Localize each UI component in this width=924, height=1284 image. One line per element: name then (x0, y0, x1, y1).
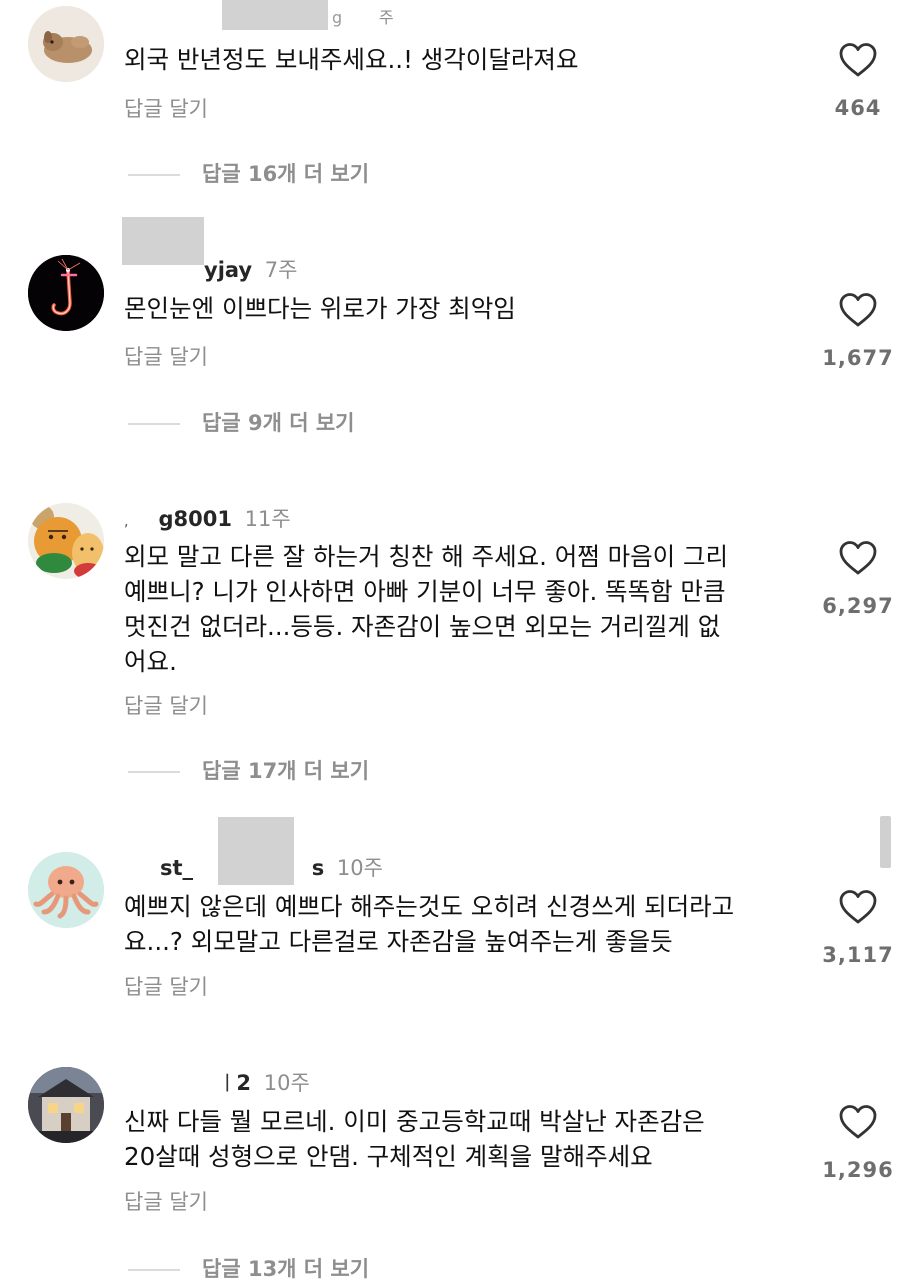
avatar[interactable] (28, 255, 104, 331)
comment-header: g 주 (332, 2, 394, 30)
house-avatar-image (28, 1067, 104, 1143)
comment-text: 신짜 다들 뭘 모르네. 이미 중고등학교때 박살난 자존감은 20살때 성형으… (124, 1107, 705, 1171)
comment-header: , g8001 11주 (124, 505, 291, 533)
comment-age: 주 (378, 8, 394, 27)
comment-header: yjay 7주 (204, 256, 297, 284)
username[interactable]: 2 (236, 1071, 251, 1095)
comment-header: st_ s 10주 (160, 854, 383, 882)
like-area: 3,117 (810, 889, 906, 967)
view-more-replies-button[interactable]: 답글 9개 더 보기 (128, 409, 354, 437)
scrollbar-thumb[interactable] (880, 816, 891, 868)
bear-character-avatar-image (28, 503, 104, 579)
heart-icon[interactable] (838, 889, 878, 925)
view-more-replies-button[interactable]: 답글 13개 더 보기 (128, 1255, 369, 1283)
view-more-replies-label: 답글 17개 더 보기 (202, 759, 370, 783)
sparkler-avatar-image (28, 255, 104, 331)
username[interactable]: st_ (160, 856, 193, 880)
comment-text: 외모 말고 다른 잘 하는거 칭찬 해 주세요. 어쩜 마음이 그리 예쁘니? … (124, 542, 729, 676)
like-count: 6,297 (822, 594, 894, 618)
username-suffix[interactable]: s (312, 856, 325, 880)
partial-username-mark: ㅣ (218, 1071, 237, 1095)
redacted-username (222, 0, 328, 30)
reply-button[interactable]: 답글 달기 (124, 692, 208, 720)
view-more-replies-label: 답글 9개 더 보기 (202, 411, 355, 435)
view-more-replies-button[interactable]: 답글 16개 더 보기 (128, 160, 369, 188)
reply-button[interactable]: 답글 달기 (124, 95, 208, 123)
divider-line (128, 423, 180, 425)
reply-button[interactable]: 답글 달기 (124, 1188, 208, 1216)
like-count: 1,296 (822, 1158, 894, 1182)
redacted-username (122, 217, 204, 265)
avatar[interactable] (28, 503, 104, 579)
view-more-replies-button[interactable]: 답글 17개 더 보기 (128, 757, 369, 785)
octopus-avatar-image (28, 852, 104, 928)
like-area: 1,677 (810, 292, 906, 370)
view-more-replies-label: 답글 13개 더 보기 (202, 1257, 370, 1281)
comment-age: 11주 (244, 507, 291, 531)
username[interactable]: g (332, 8, 342, 27)
heart-icon[interactable] (838, 292, 878, 328)
comment-text: 예쁘지 않은데 예쁘다 해주는것도 오히려 신경쓰게 되더라고 요...? 외모… (124, 892, 735, 956)
view-more-replies-label: 답글 16개 더 보기 (202, 162, 370, 186)
username[interactable]: g8001 (158, 507, 231, 531)
avatar[interactable] (28, 852, 104, 928)
like-count: 1,677 (822, 346, 894, 370)
avatar[interactable] (28, 1067, 104, 1143)
reply-button[interactable]: 답글 달기 (124, 973, 208, 1001)
dog-avatar-image (28, 6, 104, 82)
username[interactable]: yjay (204, 258, 252, 282)
avatar[interactable] (28, 6, 104, 82)
comment-text: 몬인눈엔 이쁘다는 위로가 가장 최악임 (124, 294, 516, 323)
heart-icon[interactable] (838, 540, 878, 576)
partial-username-mark: , (124, 514, 129, 530)
comment-text: 외국 반년정도 보내주세요..! 생각이달라져요 (124, 45, 579, 74)
heart-icon[interactable] (838, 42, 878, 78)
like-area: 6,297 (810, 540, 906, 618)
heart-icon[interactable] (838, 1104, 878, 1140)
comment-age: 10주 (336, 856, 383, 880)
like-area: 464 (810, 42, 906, 120)
like-count: 3,117 (822, 943, 894, 967)
comment-header: ㅣ2 10주 (218, 1069, 310, 1097)
divider-line (128, 771, 180, 773)
comment-age: 10주 (263, 1071, 310, 1095)
reply-button[interactable]: 답글 달기 (124, 343, 208, 371)
like-area: 1,296 (810, 1104, 906, 1182)
divider-line (128, 174, 180, 176)
comment-age: 7주 (264, 258, 298, 282)
like-count: 464 (834, 96, 882, 120)
divider-line (128, 1269, 180, 1271)
